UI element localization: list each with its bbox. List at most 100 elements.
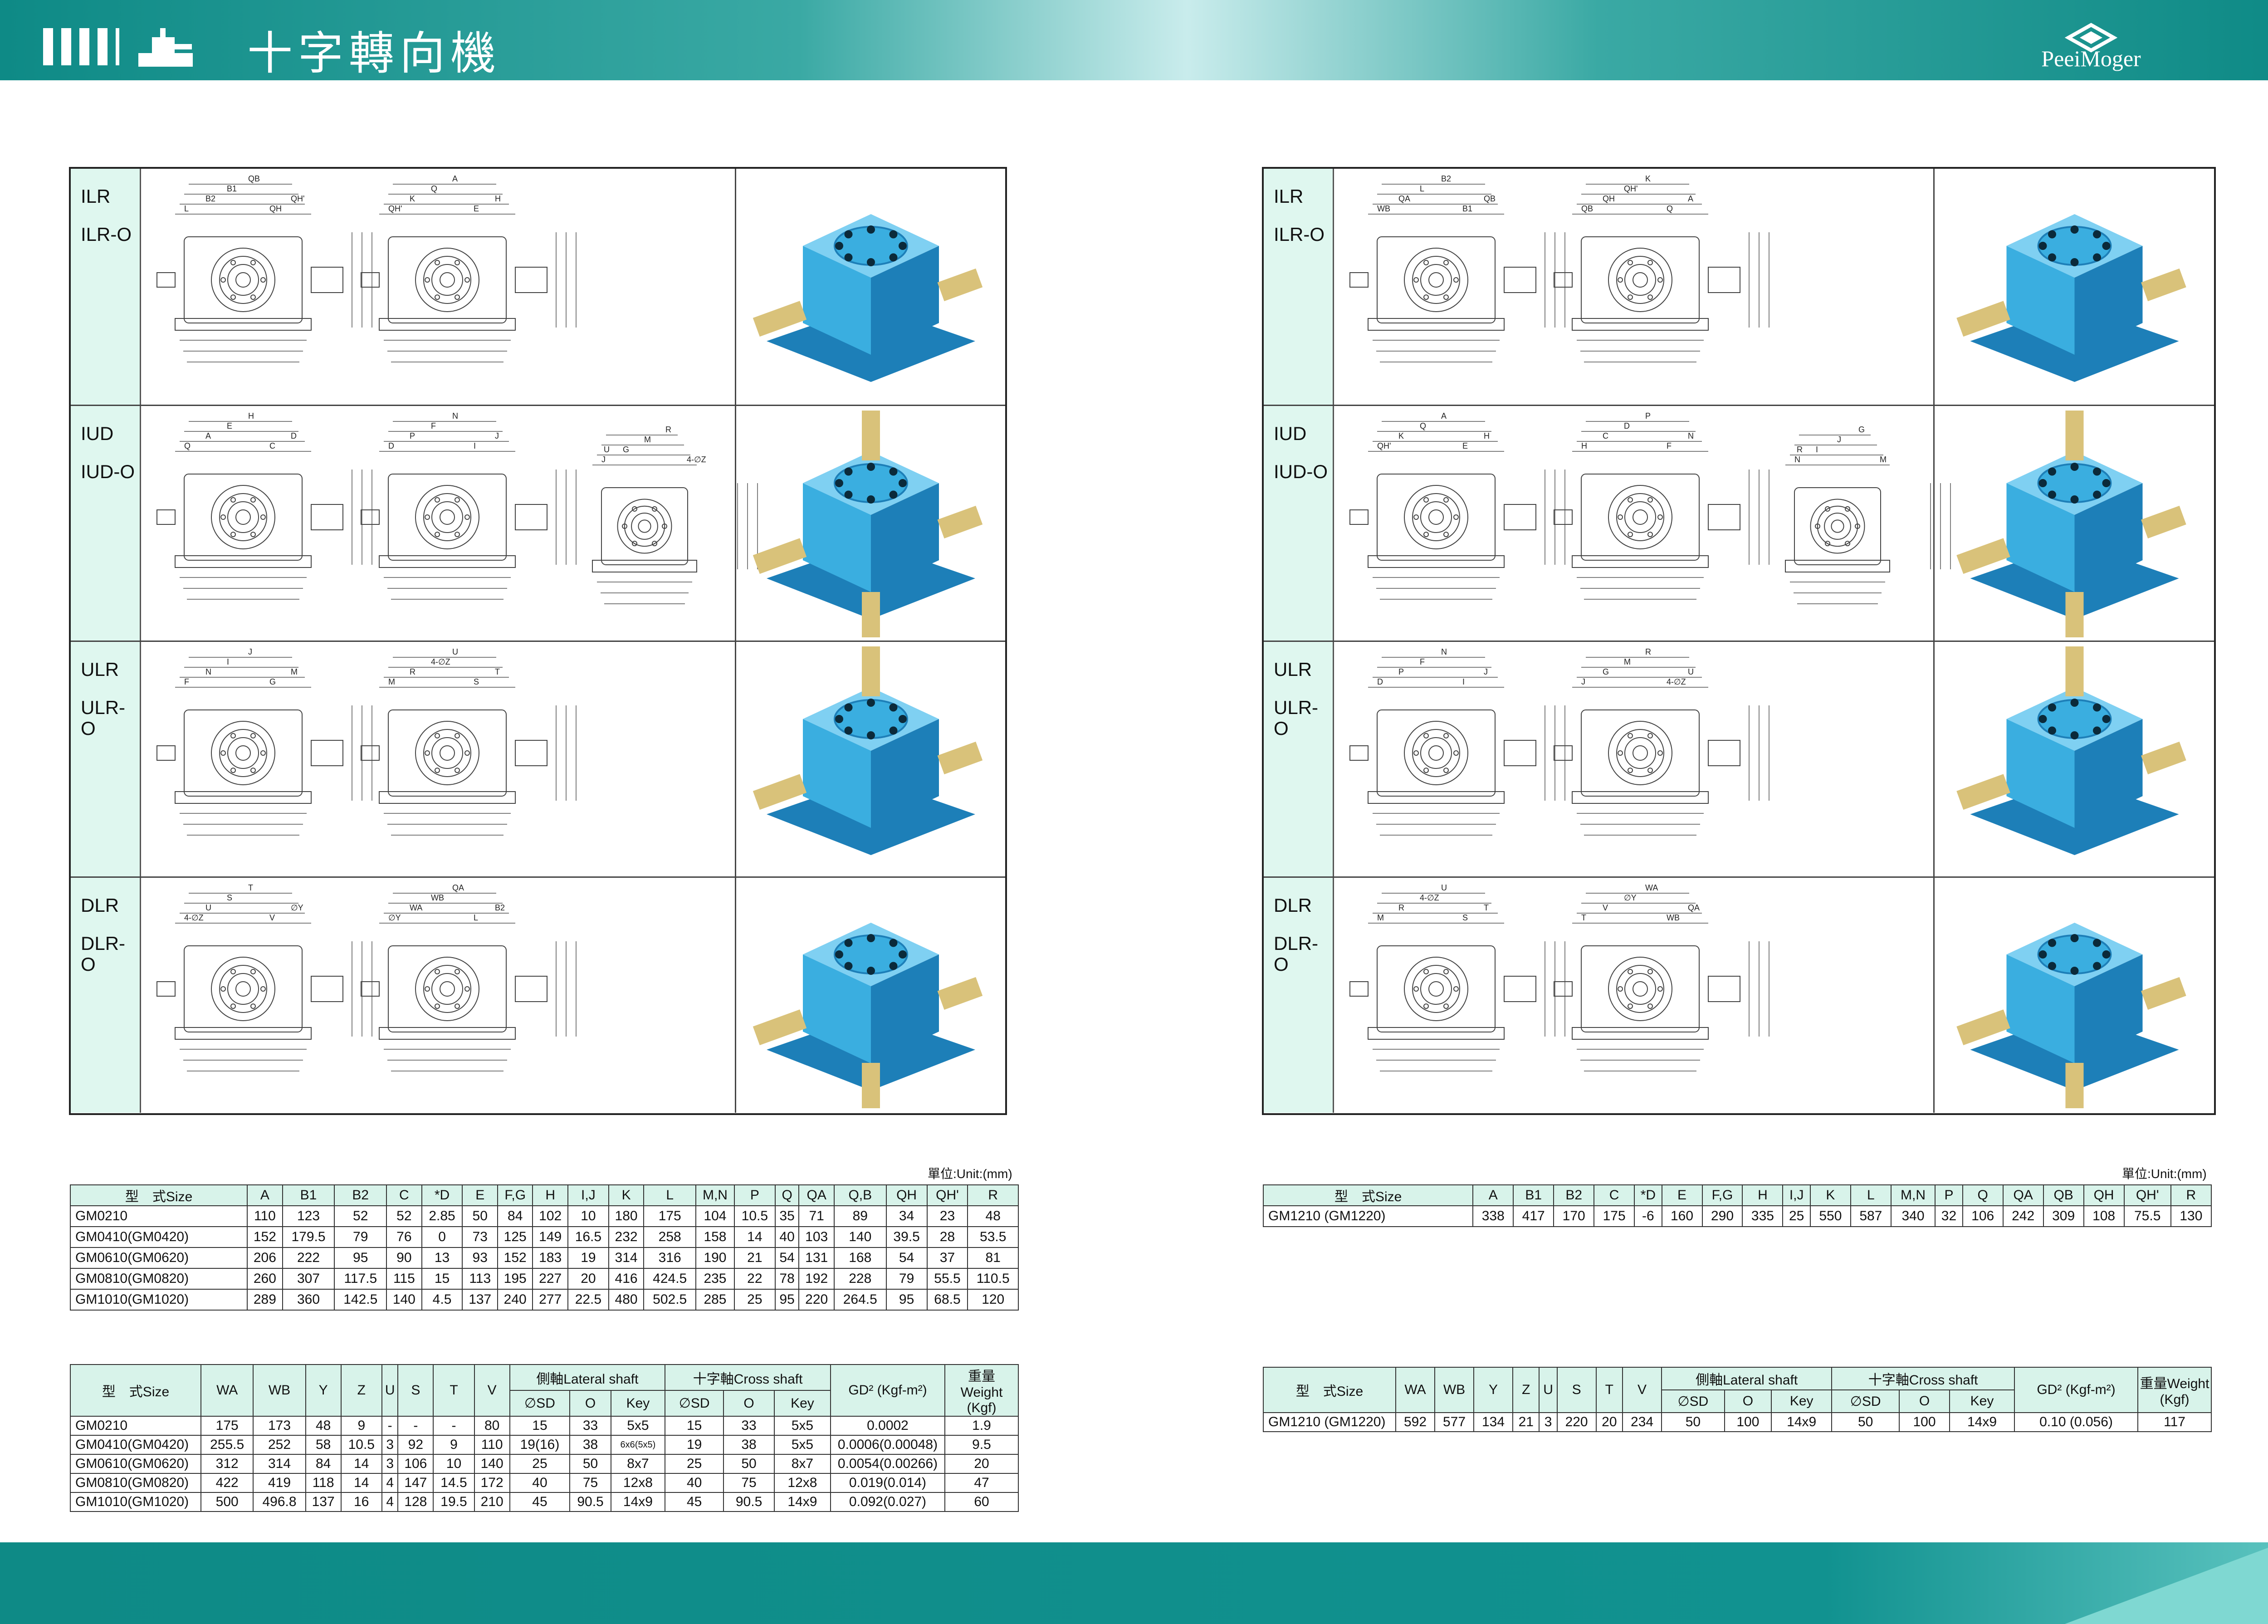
bolt	[844, 253, 853, 262]
dimension-letter: F	[1420, 657, 1425, 666]
table-row: GM0810(GM0820) 422 419 118 14 4 147 14.5 172 40 75…	[70, 1473, 1019, 1493]
value-cell: 117.5	[334, 1268, 387, 1290]
value-cell: 10	[567, 1205, 609, 1227]
value-cell: 84	[497, 1205, 533, 1227]
value-cell: 50	[569, 1454, 611, 1474]
value-cell: 54	[885, 1247, 928, 1269]
drawing-view	[156, 236, 343, 331]
value-cell: 15	[421, 1268, 463, 1290]
value-cell: 4	[381, 1492, 399, 1512]
model-cell: GM1210 (GM1220)	[1262, 1205, 1474, 1227]
model-cell: GM0210	[69, 1205, 248, 1227]
gearbox-photo	[735, 169, 1006, 405]
value-cell: 232	[608, 1226, 645, 1248]
value-cell: 0	[421, 1226, 463, 1248]
value-cell: 71	[798, 1205, 835, 1227]
dimension-letter: P	[1398, 667, 1404, 676]
value-cell: 338	[1472, 1205, 1514, 1227]
value-cell: 19.5	[433, 1492, 475, 1512]
wb-header: WB	[1434, 1367, 1475, 1413]
value-cell: 340	[1890, 1205, 1936, 1227]
bolt	[2092, 230, 2101, 239]
bolt	[2070, 731, 2079, 739]
shaft	[862, 411, 880, 460]
s-header: S	[1556, 1367, 1597, 1413]
dimension-drawing: Q A E H C D D P F N I J J G M R 4-∅Z U	[156, 411, 758, 604]
technical-drawing: 4-∅Z U S T V ∅Y ∅Y WA WB QA L B2	[143, 878, 806, 1113]
bolt	[2092, 490, 2101, 499]
value-cell: 314	[253, 1454, 306, 1474]
value-cell: 40	[665, 1473, 724, 1493]
gearbox-render	[753, 646, 983, 855]
value-cell: 3	[381, 1454, 399, 1474]
sd-header: ∅SD	[665, 1390, 724, 1417]
gearbox-photo	[1933, 642, 2214, 878]
column-header: I,J	[567, 1184, 609, 1206]
bolt	[889, 939, 898, 947]
value-cell: 12x8	[773, 1473, 831, 1493]
dimension-letter: J	[601, 455, 606, 464]
gearbox-logo-icon	[138, 28, 193, 67]
bolt	[2048, 230, 2057, 239]
gearbox-render	[753, 214, 983, 382]
key-header: Key	[1949, 1389, 2015, 1413]
dimension-letter: QH'	[388, 204, 402, 213]
value-cell: 20	[567, 1268, 609, 1290]
value-cell: 100	[1899, 1412, 1950, 1432]
value-cell: 45	[509, 1492, 571, 1512]
column-header: C	[386, 1184, 422, 1206]
dimension-letter: B2	[205, 194, 215, 203]
bolt	[2070, 495, 2079, 504]
value-cell: 80	[474, 1416, 510, 1436]
value-cell: 183	[532, 1247, 568, 1269]
drawing-view	[1349, 945, 1536, 1040]
value-cell: 21	[1512, 1412, 1540, 1432]
bolt	[844, 467, 853, 476]
diagram-row-dlr: DLR DLR-O 4-∅Z U S T V ∅Y ∅Y WA WB QA L B2	[71, 876, 1005, 1113]
value-cell: 227	[532, 1268, 568, 1290]
column-header: P	[1935, 1184, 1963, 1206]
dimension-letter: QB	[1484, 194, 1496, 203]
sd-header: ∅SD	[1831, 1389, 1900, 1413]
o-header: O	[1724, 1389, 1772, 1413]
value-cell: 38	[569, 1435, 611, 1455]
shaft	[2141, 977, 2186, 1010]
gearbox-render	[753, 923, 983, 1108]
shaft	[937, 268, 983, 301]
dimension-letter: C	[1603, 431, 1608, 440]
bolt	[2070, 967, 2079, 975]
dimension-letter: S	[474, 677, 479, 686]
value-cell: 258	[643, 1226, 697, 1248]
value-cell: 252	[253, 1435, 306, 1455]
bolt	[844, 726, 853, 735]
value-cell: 40	[509, 1473, 571, 1493]
bolt	[844, 230, 853, 239]
gearbox-render	[753, 411, 983, 637]
shaft	[2065, 1063, 2084, 1108]
column-header: Q	[774, 1184, 800, 1206]
value-cell: 110	[474, 1435, 510, 1455]
dimension-letter: I	[1816, 445, 1818, 454]
dimension-letter: WB	[431, 893, 444, 902]
value-cell: 102	[532, 1205, 568, 1227]
value-cell: 55.5	[926, 1268, 968, 1290]
size-header: 型 式Size	[1263, 1367, 1396, 1413]
value-cell: 260	[247, 1268, 283, 1290]
bolt	[2048, 726, 2057, 735]
column-header: H	[532, 1184, 568, 1206]
dimension-letter: T	[1581, 913, 1586, 922]
value-cell: 84	[305, 1454, 342, 1474]
column-header: QH	[2083, 1184, 2125, 1206]
dimension-drawing: L B2 B1 QB QH QH' QH' K Q A E H	[156, 174, 577, 362]
shaft	[2065, 411, 2084, 460]
value-cell: 25	[665, 1454, 724, 1474]
value-cell: 137	[305, 1492, 342, 1512]
dimension-lines	[592, 435, 758, 604]
value-cell: 1.9	[944, 1416, 1019, 1436]
column-header: M,N	[695, 1184, 735, 1206]
dimension-letter: C	[269, 441, 275, 450]
v-header: V	[1622, 1367, 1662, 1413]
bolt	[889, 726, 898, 735]
value-cell: 21	[733, 1247, 776, 1269]
value-cell: 106	[397, 1454, 434, 1474]
